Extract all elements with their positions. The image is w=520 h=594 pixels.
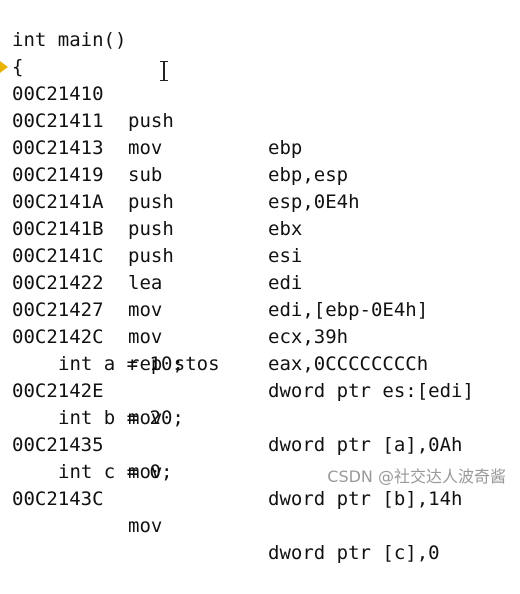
instruction-row[interactable]: 00C2141B push edi	[12, 189, 302, 294]
instruction-mnemonic: mov	[128, 137, 163, 159]
instruction-row[interactable]: 00C21411 mov ebp,esp	[12, 81, 348, 186]
instruction-operands: ecx,39h	[268, 326, 349, 348]
source-line-int-a: int a = 10;	[12, 324, 184, 375]
instruction-row[interactable]: 00C21410 push ebp	[12, 54, 302, 159]
instruction-mnemonic: push	[128, 110, 174, 132]
instruction-mnemonic: lea	[128, 272, 163, 294]
instruction-row[interactable]: 00C21435 mov dword ptr [b],14h	[12, 405, 462, 510]
instruction-mnemonic: mov	[128, 515, 163, 537]
instruction-row[interactable]: 00C2143C mov dword ptr [c],0	[12, 459, 440, 564]
instruction-mnemonic: mov	[128, 299, 163, 321]
instruction-operands: edi	[268, 272, 303, 294]
instruction-row[interactable]: 00C21419 push ebx	[12, 135, 302, 240]
instruction-row[interactable]: 00C21422 mov ecx,39h	[12, 243, 348, 348]
instruction-operands: dword ptr [c],0	[268, 542, 440, 564]
instruction-mnemonic: push	[128, 218, 174, 240]
source-line-function-signature: int main()	[12, 0, 126, 51]
instruction-mnemonic: sub	[128, 164, 163, 186]
instruction-mnemonic: push	[128, 245, 174, 267]
instruction-address: 00C2143C	[12, 488, 104, 510]
instruction-mnemonic: mov	[128, 326, 163, 348]
instruction-operands: eax,0CCCCCCCCh	[268, 353, 429, 375]
source-line-int-b: int b = 20;	[12, 378, 184, 429]
disassembly-view[interactable]: int main() { 00C21410 push ebp 00C21411 …	[0, 0, 520, 564]
instruction-operands: ebp,esp	[268, 164, 349, 186]
instruction-operands: ebp	[268, 137, 303, 159]
watermark: CSDN @社交达人波奇酱	[327, 467, 506, 486]
source-text: int b = 20;	[58, 407, 184, 429]
instruction-mnemonic: push	[128, 191, 174, 213]
source-line-int-c: int c = 0;	[12, 432, 172, 483]
source-text: int c = 0;	[58, 461, 173, 483]
instruction-row[interactable]: 00C2142E mov dword ptr [a],0Ah	[12, 351, 462, 456]
instruction-operands: dword ptr es:[edi]	[268, 380, 474, 402]
instruction-operands: dword ptr [a],0Ah	[268, 434, 463, 456]
instruction-operands: dword ptr [b],14h	[268, 488, 463, 510]
source-text: int a = 10;	[58, 353, 184, 375]
instruction-row[interactable]: 00C21427 mov eax,0CCCCCCCCh	[12, 270, 428, 375]
instruction-operands: ebx	[268, 218, 303, 240]
instruction-row[interactable]: 00C2141A push esi	[12, 162, 302, 267]
instruction-row[interactable]: 00C2142C rep stos dword ptr es:[edi]	[12, 297, 474, 402]
instruction-operands: esp,0E4h	[268, 191, 360, 213]
instruction-row[interactable]: 00C21413 sub esp,0E4h	[12, 108, 360, 213]
text-cursor-icon	[160, 60, 168, 82]
instruction-row[interactable]: 00C2141C lea edi,[ebp-0E4h]	[12, 216, 428, 321]
instruction-operands: esi	[268, 245, 303, 267]
source-line-open-brace: {	[12, 27, 58, 78]
instruction-operands: edi,[ebp-0E4h]	[268, 299, 429, 321]
current-instruction-arrow-icon	[0, 61, 8, 73]
